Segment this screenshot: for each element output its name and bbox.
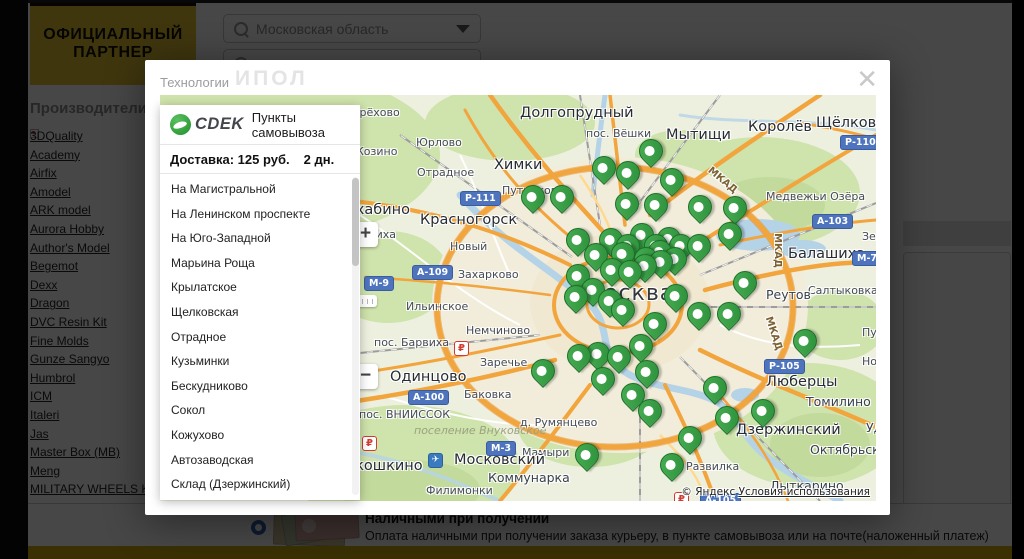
road-badge: Р-105 — [764, 359, 805, 374]
map-label: Немчиново — [466, 324, 531, 337]
map-attribution: © Яндекс Условия использования — [681, 486, 870, 498]
road-badge: М-7 — [852, 251, 876, 266]
map-label: пос. Барвиха — [374, 336, 450, 349]
pickup-list-item[interactable]: Кузьминки — [160, 349, 360, 374]
map-label: Дзержинский — [736, 422, 841, 438]
map-label: пос. Вёшки — [586, 127, 652, 140]
map-label: Зелёный — [862, 230, 876, 243]
pickup-list-item[interactable]: Сокол — [160, 398, 360, 423]
pickup-list-item[interactable]: Бескудниково — [160, 374, 360, 399]
pickup-list-item[interactable]: Марьина Роща — [160, 251, 360, 276]
brand-logo: ИПОЛ — [235, 67, 308, 90]
cdek-logo-icon — [170, 114, 191, 135]
pickup-list-item[interactable]: Крылатское — [160, 275, 360, 300]
pickup-panel-header: CDEK Пункты самовывоза — [160, 105, 360, 144]
delivery-price: Доставка: 125 руб. — [170, 151, 290, 167]
pickup-list-item[interactable]: На Магистральной — [160, 177, 360, 202]
airport-icon: ✈ — [428, 453, 443, 468]
map-label: Пуршево — [862, 326, 876, 339]
pickup-list-item[interactable]: Кожухово — [160, 423, 360, 448]
map-label: Захарково — [458, 268, 519, 281]
map-label: Томилино — [806, 394, 871, 409]
map-label: Долгопрудный — [520, 105, 634, 121]
delivery-days: 2 дн. — [303, 151, 335, 167]
map-label: Люберцы — [766, 374, 838, 390]
map-label: Мытищи — [666, 127, 731, 143]
map-label: Красногорск — [420, 212, 518, 228]
map-label: Филимонки — [426, 484, 493, 497]
map-label: пос. ВНИИССОК — [359, 408, 451, 421]
map-label: Реутов — [766, 287, 811, 302]
map-label: Баковка — [464, 388, 512, 401]
pickup-list-item[interactable]: Щелковская — [160, 300, 360, 325]
scrollbar-thumb[interactable] — [352, 178, 359, 266]
map-label: Медвежьи Озёра — [766, 190, 866, 203]
scrollbar[interactable] — [352, 177, 359, 495]
close-icon[interactable]: ✕ — [856, 66, 878, 92]
road-badge: Р-111 — [460, 191, 501, 206]
road-badge: А-103 — [812, 214, 854, 229]
map-label: Одинцово — [390, 369, 467, 385]
delivery-info: Доставка: 125 руб. 2 дн. — [160, 144, 360, 174]
map-label: Салтыковка — [808, 284, 876, 297]
map-label: Новый — [450, 240, 488, 253]
road-badge: М-9 — [364, 276, 395, 291]
road-badge: А-109 — [412, 265, 454, 280]
road-badge: Р-110 — [840, 135, 876, 150]
pickup-points-modal: Технологии ИПОЛ ✕ Брёхово Козино Юрлово … — [145, 60, 890, 515]
map-label: Козино — [356, 145, 398, 158]
map-label: МКАД — [771, 233, 783, 268]
pickup-list[interactable]: На Магистральной На Ленинском проспекте На… — [160, 174, 360, 500]
pickup-panel-title: Пункты самовывоза — [251, 109, 325, 140]
pickup-list-item[interactable]: На Юго-Западной — [160, 226, 360, 251]
parking-icon: ₽ — [454, 341, 469, 356]
pickup-list-item[interactable]: Склад (Дзержинский) — [160, 472, 360, 497]
map-label: Королёв — [748, 119, 812, 135]
pickup-list-item[interactable]: На Ленинском проспекте — [160, 202, 360, 227]
map-label: Коммунарка — [488, 470, 570, 485]
attribution-terms-link[interactable]: Условия использования — [739, 486, 870, 498]
road-badge: М-3 — [486, 441, 517, 456]
map-label: Развилка — [686, 460, 740, 473]
map-label: Щёлково — [816, 115, 876, 131]
map-label: Новые — [862, 355, 876, 368]
map-label: д. Румянцево — [520, 416, 598, 429]
map-label: Заречье — [480, 356, 528, 369]
page: ОФИЦИАЛЬНЫЙ ПАРТНЕР Производители 3DQual… — [0, 0, 1024, 559]
pickup-list-item[interactable]: Отрадное — [160, 325, 360, 350]
cdek-logo-text: CDEK — [195, 115, 244, 133]
pickup-panel: CDEK Пункты самовывоза Доставка: 125 руб… — [160, 105, 360, 500]
parking-icon: ₽ — [362, 436, 377, 451]
map-label: Ильинское — [406, 300, 469, 313]
map-label: Отрадное — [417, 166, 475, 179]
map-label: Октябрьский — [810, 442, 876, 457]
brand-prefix: Технологии — [160, 75, 230, 90]
map-label: Удельная — [866, 420, 876, 435]
map-label: Юрлово — [416, 136, 462, 149]
map-label: Химки — [494, 157, 543, 173]
attribution-prefix: © Яндекс — [681, 486, 736, 498]
pickup-list-item[interactable]: Автозаводская — [160, 448, 360, 473]
road-badge: А-100 — [408, 390, 450, 405]
